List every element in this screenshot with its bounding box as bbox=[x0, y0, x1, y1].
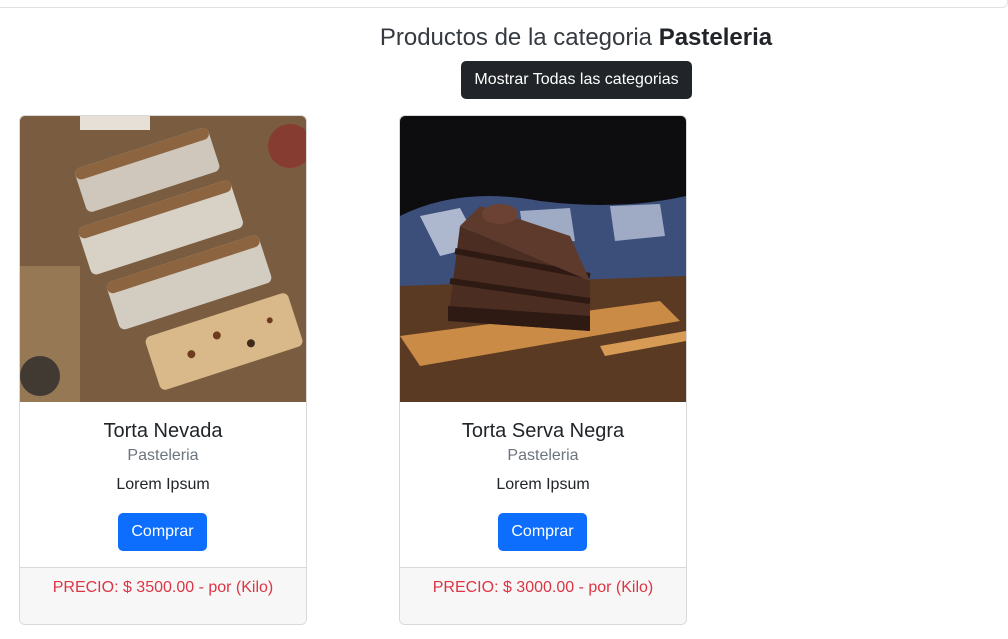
page-title: Productos de la categoria Pasteleria bbox=[0, 24, 1008, 52]
page-title-prefix: Productos de la categoria bbox=[379, 24, 653, 51]
buy-button[interactable]: Comprar bbox=[498, 513, 587, 551]
product-price: PRECIO: $ 3500.00 - por (Kilo) bbox=[20, 567, 306, 624]
product-image-sliced-fruit-bread bbox=[20, 116, 306, 402]
product-card-body: Torta Serva Negra Pasteleria Lorem Ipsum… bbox=[400, 403, 686, 568]
buy-button[interactable]: Comprar bbox=[118, 513, 207, 551]
product-name: Torta Serva Negra bbox=[461, 420, 625, 442]
show-all-categories-button[interactable]: Mostrar Todas las categorias bbox=[461, 61, 692, 99]
product-name: Torta Nevada bbox=[103, 420, 223, 442]
top-divider bbox=[0, 0, 1008, 8]
product-category: Pasteleria bbox=[507, 447, 579, 464]
product-description: Lorem Ipsum bbox=[116, 476, 210, 493]
product-card: Torta Serva Negra Pasteleria Lorem Ipsum… bbox=[399, 115, 687, 625]
product-image-chocolate-layer-cake bbox=[400, 116, 686, 402]
product-price: PRECIO: $ 3000.00 - por (Kilo) bbox=[400, 567, 686, 624]
product-description: Lorem Ipsum bbox=[496, 476, 590, 493]
product-card: Torta Nevada Pasteleria Lorem Ipsum Comp… bbox=[19, 115, 307, 625]
product-card-body: Torta Nevada Pasteleria Lorem Ipsum Comp… bbox=[20, 403, 306, 568]
page-title-category: Pasteleria bbox=[658, 24, 773, 51]
product-category: Pasteleria bbox=[127, 447, 199, 464]
